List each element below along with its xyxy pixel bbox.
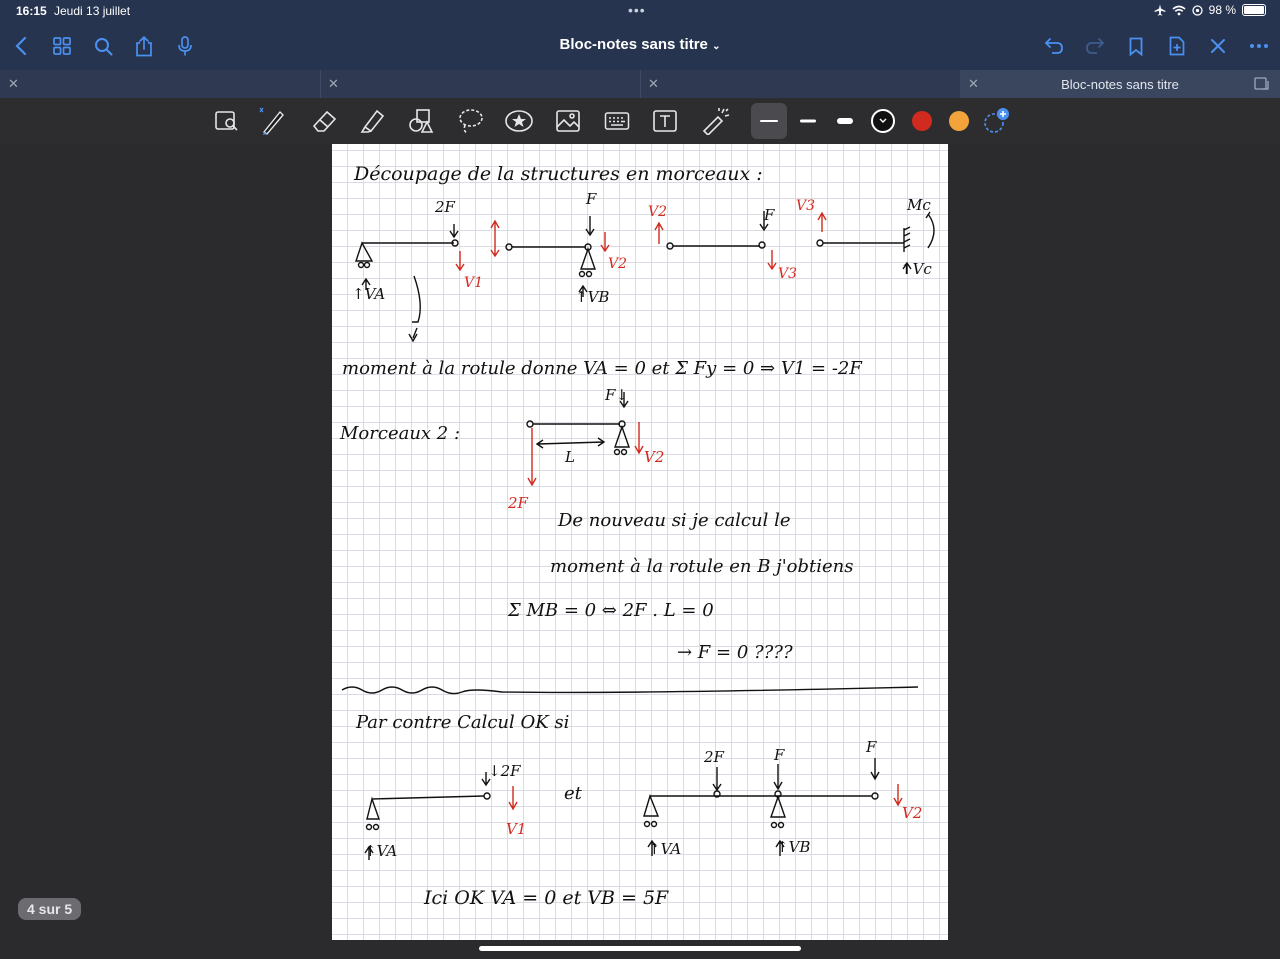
navigation-bar: Bloc-notes sans titre ⌄ — [0, 22, 1280, 70]
status-date: Jeudi 13 juillet — [54, 4, 131, 18]
location-icon — [1191, 4, 1203, 16]
label-V1-red-2: V1 — [506, 820, 526, 838]
label-2F: 2F — [434, 198, 456, 216]
separator-squiggle — [341, 686, 919, 695]
tab-1[interactable]: ✕ — [0, 70, 321, 98]
label-Vc: ↑Vc — [900, 260, 932, 278]
stroke-thick-button[interactable] — [830, 106, 860, 136]
text-ici-ok: Ici OK VA = 0 et VB = 5F — [423, 887, 669, 909]
equation-sum-MB: Σ MB = 0 ⇔ 2F . L = 0 — [507, 600, 714, 621]
status-time: 16:15 — [16, 4, 47, 18]
label-morceaux-2: Morceaux 2 : — [339, 423, 460, 444]
page-counter: 4 sur 5 — [18, 898, 82, 920]
multitasking-dots-icon[interactable]: ••• — [628, 2, 646, 18]
line-moment-rotule: moment à la rotule donne VA = 0 et Σ Fy … — [342, 358, 863, 379]
note-page[interactable]: Découpage de la structures en morceaux : — [332, 144, 948, 940]
color-red-swatch[interactable] — [912, 111, 932, 131]
equation-F-zero: → F = 0 ???? — [677, 642, 793, 663]
text-box-icon[interactable] — [650, 106, 680, 136]
label-F-2: F — [763, 206, 775, 224]
highlighter-icon[interactable] — [358, 106, 388, 136]
label-F-down: F↓ — [604, 386, 628, 404]
eraser-icon[interactable] — [310, 106, 340, 136]
color-black-swatch[interactable] — [871, 109, 895, 133]
battery-icon — [1242, 4, 1266, 16]
text-de-nouveau: De nouveau si je calcul le — [557, 510, 791, 531]
wifi-icon — [1172, 5, 1186, 15]
laser-pointer-icon[interactable] — [700, 106, 730, 136]
close-tab-icon[interactable]: ✕ — [8, 76, 19, 92]
text-moment-B: moment à la rotule en B j'obtiens — [550, 556, 854, 577]
more-options-icon[interactable] — [1246, 33, 1272, 59]
text-par-contre: Par contre Calcul OK si — [355, 712, 569, 733]
label-VB: ↑VB — [575, 288, 609, 306]
label-V2-red-3: V2 — [644, 448, 664, 466]
handwritten-content: Découpage de la structures en morceaux : — [339, 163, 935, 909]
label-VA: ↑VA — [352, 285, 385, 303]
text-et: et — [564, 783, 583, 804]
close-tab-icon[interactable]: ✕ — [328, 76, 339, 92]
sticker-icon[interactable] — [504, 106, 534, 136]
label-VA-3: ↑VA — [648, 840, 681, 858]
bookmark-icon[interactable] — [1123, 33, 1149, 59]
status-bar: 16:15 Jeudi 13 juillet ••• 98 % — [0, 0, 1280, 22]
label-F: F — [585, 190, 597, 208]
stroke-medium-button[interactable] — [793, 106, 823, 136]
label-F-bottom-2: F — [865, 738, 877, 756]
label-down-2F: ↓2F — [488, 762, 521, 780]
home-indicator[interactable] — [479, 946, 801, 951]
lasso-image-icon[interactable] — [212, 106, 242, 136]
shapes-icon[interactable] — [406, 106, 436, 136]
red-arrow-V1 — [508, 786, 518, 811]
label-VB-2: ↑VB — [776, 838, 810, 856]
stroke-thin-button[interactable] — [751, 103, 787, 139]
battery-percent: 98 % — [1208, 3, 1236, 17]
lasso-icon[interactable] — [456, 106, 486, 136]
tab-active[interactable]: ✕ Bloc-notes sans titre — [960, 70, 1280, 98]
red-arrow-V2 — [893, 784, 903, 807]
label-V2-red: V2 — [608, 256, 627, 272]
beam-sketch-1 — [355, 224, 459, 343]
keyboard-icon[interactable] — [602, 106, 632, 136]
add-color-icon[interactable] — [981, 106, 1011, 136]
pen-icon[interactable] — [258, 106, 288, 136]
image-icon[interactable] — [553, 106, 583, 136]
label-V2-red-4: V2 — [902, 804, 922, 822]
label-L: L — [564, 448, 575, 466]
drawing-toolbar — [0, 98, 1280, 144]
split-view-icon[interactable] — [1254, 77, 1270, 90]
tab-2[interactable]: ✕ — [320, 70, 641, 98]
close-tab-icon[interactable]: ✕ — [648, 76, 659, 92]
close-edit-icon[interactable] — [1205, 33, 1231, 59]
beam-sketch-3 — [666, 211, 769, 250]
label-V1-red: V1 — [464, 275, 483, 291]
airplane-icon — [1154, 4, 1166, 16]
redo-icon[interactable] — [1082, 33, 1108, 59]
label-2F-bottom: 2F — [703, 748, 725, 766]
undo-icon[interactable] — [1041, 33, 1067, 59]
label-2F-red: 2F — [507, 494, 529, 512]
tab-bar: ✕ ✕ ✕ ✕ Bloc-notes sans titre — [0, 70, 1280, 98]
tab-3[interactable]: ✕ — [640, 70, 961, 98]
label-Mc: Mc — [906, 196, 931, 214]
beam-sketch-2 — [505, 216, 596, 297]
label-F-bottom-1: F — [773, 746, 785, 764]
label-VA-2: ↑VA — [364, 842, 397, 860]
label-V3-red-2: V3 — [796, 198, 815, 214]
label-V3-red: V3 — [778, 266, 797, 282]
label-V2-red-2: V2 — [648, 204, 667, 220]
add-page-icon[interactable] — [1164, 33, 1190, 59]
color-orange-swatch[interactable] — [949, 111, 969, 131]
heading-decoupage: Découpage de la structures en morceaux : — [353, 163, 763, 185]
